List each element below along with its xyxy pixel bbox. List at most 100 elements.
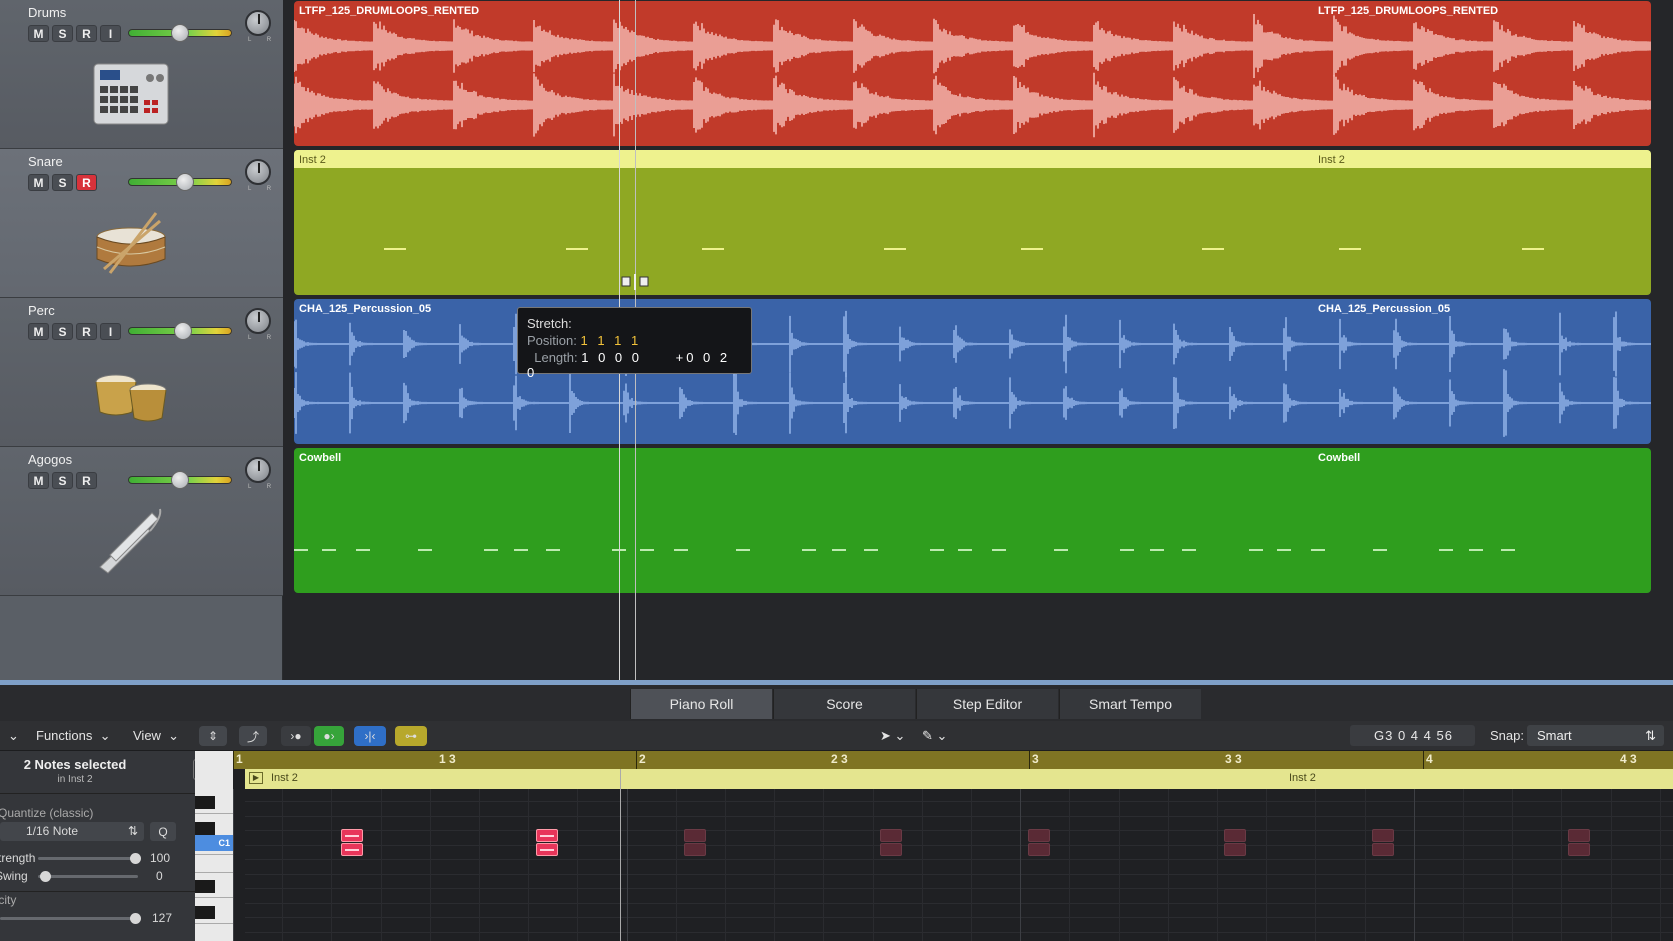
- solo-button[interactable]: S: [52, 25, 73, 42]
- midi-note-selected[interactable]: [536, 843, 558, 856]
- quantize-button[interactable]: Q: [150, 822, 176, 841]
- quantize-value-select[interactable]: 1/16 Note ⇅: [0, 822, 144, 841]
- input-monitor-button[interactable]: I: [100, 323, 121, 340]
- midi-note[interactable]: [1028, 829, 1050, 842]
- tab-score[interactable]: Score: [773, 689, 915, 719]
- tab-step-editor[interactable]: Step Editor: [916, 689, 1058, 719]
- collapse-icon[interactable]: ⇕: [199, 726, 227, 746]
- volume-fader[interactable]: [128, 322, 232, 340]
- midi-note-selected[interactable]: [536, 829, 558, 842]
- pan-knob[interactable]: [245, 308, 271, 334]
- track-header-snare[interactable]: Snare M S R L R: [0, 149, 283, 298]
- midi-out-icon[interactable]: ●›: [314, 726, 344, 746]
- agogo-bell-icon: [99, 508, 162, 574]
- volume-fader[interactable]: [128, 173, 232, 191]
- audio-region-percussion[interactable]: CHA_125_Percussion_05 CHA_125_Percussion…: [294, 299, 1651, 444]
- midi-note[interactable]: [880, 843, 902, 856]
- link-icon[interactable]: ⊶: [395, 726, 427, 746]
- midi-note[interactable]: [684, 829, 706, 842]
- piano-roll-grid[interactable]: 1 1 3 2 2 3 3 3 3 4 4 3 ▶ Inst 2 Inst 2: [233, 751, 1673, 941]
- midi-note[interactable]: [1372, 829, 1394, 842]
- volume-fader[interactable]: [128, 24, 232, 42]
- grid-column-line: [823, 789, 825, 941]
- midi-in-icon[interactable]: ›●: [281, 726, 311, 746]
- volume-fader[interactable]: [128, 471, 232, 489]
- waveform: [294, 14, 1651, 138]
- midi-note-dashes: [294, 549, 1515, 551]
- tab-smart-tempo[interactable]: Smart Tempo: [1059, 689, 1201, 719]
- midi-note[interactable]: [684, 843, 706, 856]
- track-header-agogos[interactable]: Agogos M S R L R: [0, 447, 283, 596]
- track-header-perc[interactable]: Perc M S R I L R: [0, 298, 283, 447]
- view-menu[interactable]: View ⌄: [133, 725, 179, 746]
- functions-menu[interactable]: Functions ⌄: [36, 725, 111, 746]
- midi-note[interactable]: [1568, 843, 1590, 856]
- midi-note[interactable]: [880, 829, 902, 842]
- bar-label: 4 3: [1620, 752, 1637, 766]
- midi-note-selected[interactable]: [341, 829, 363, 842]
- region-label: Inst 2: [271, 772, 298, 784]
- record-enable-button[interactable]: R: [76, 472, 97, 489]
- grid-column-line: [1167, 789, 1169, 941]
- bar-label: 1: [236, 752, 243, 766]
- velocity-value: 127: [152, 911, 173, 925]
- bar-label: 2: [639, 752, 646, 766]
- midi-note[interactable]: [1224, 843, 1246, 856]
- audio-region-drumloops[interactable]: LTFP_125_DRUMLOOPS_RENTED LTFP_125_DRUML…: [294, 1, 1651, 146]
- region-label: CHA_125_Percussion_05: [299, 303, 432, 315]
- bar-label: 3 3: [1225, 752, 1242, 766]
- track-header-drums[interactable]: Drums M S R I L R: [0, 0, 283, 149]
- midi-note[interactable]: [1028, 843, 1050, 856]
- record-enable-button[interactable]: R: [76, 323, 97, 340]
- piano-roll-toolbar: ⌄ Functions ⌄ View ⌄ ⇕ ⤴ ›● ●› ›|‹ ⊶ ➤ ⌄…: [0, 721, 1673, 751]
- automation-curve-icon[interactable]: ⤴: [239, 726, 267, 746]
- pointer-tool-icon[interactable]: ➤ ⌄: [880, 725, 905, 746]
- solo-button[interactable]: S: [52, 472, 73, 489]
- grid-column-line: [1610, 789, 1612, 941]
- piano-keyboard[interactable]: C1: [195, 751, 233, 941]
- snap-value: Smart: [1537, 728, 1572, 743]
- grid-column-line: [971, 789, 972, 941]
- strength-slider[interactable]: [38, 853, 141, 864]
- key-c1[interactable]: C1: [195, 835, 233, 851]
- solo-button[interactable]: S: [52, 323, 73, 340]
- tooltip-title: Stretch:: [527, 316, 572, 331]
- bar-ruler[interactable]: 1 1 3 2 2 3 3 3 3 4 4 3: [233, 751, 1673, 769]
- grid-column-line: [577, 789, 579, 941]
- stretch-cursor-icon: [621, 274, 649, 290]
- mute-button[interactable]: M: [28, 174, 49, 191]
- midi-note-selected[interactable]: [341, 843, 363, 856]
- swing-slider[interactable]: [38, 871, 138, 882]
- snap-label: Snap:: [1490, 728, 1524, 743]
- record-enable-button[interactable]: R: [76, 174, 97, 191]
- velocity-slider[interactable]: [0, 913, 141, 924]
- pan-knob[interactable]: [245, 10, 271, 36]
- record-enable-button[interactable]: R: [76, 25, 97, 42]
- chevron-down-icon[interactable]: ⌄: [8, 725, 19, 746]
- mute-button[interactable]: M: [28, 323, 49, 340]
- pan-knob[interactable]: [245, 457, 271, 483]
- midi-region-cowbell[interactable]: Cowbell Cowbell: [294, 448, 1651, 593]
- midi-note[interactable]: [1224, 829, 1246, 842]
- midi-note[interactable]: [1568, 829, 1590, 842]
- grid-column-line: [1069, 789, 1071, 941]
- logic-pro-window: Drums M S R I L R Snare M S R L R Perc M…: [0, 0, 1673, 941]
- pencil-tool-icon[interactable]: ✎ ⌄: [922, 725, 947, 746]
- grid-column-line: [675, 789, 677, 941]
- tooltip-length-label: Length:: [534, 350, 578, 365]
- grid-column-line: [1020, 789, 1022, 941]
- editor-tab-bar: Piano Roll Score Step Editor Smart Tempo: [0, 685, 1673, 721]
- tab-piano-roll[interactable]: Piano Roll: [630, 689, 772, 719]
- mute-button[interactable]: M: [28, 25, 49, 42]
- tracks-area[interactable]: LTFP_125_DRUMLOOPS_RENTED LTFP_125_DRUML…: [283, 0, 1673, 680]
- pan-knob[interactable]: [245, 159, 271, 185]
- region-strip[interactable]: ▶ Inst 2 Inst 2: [245, 769, 1673, 789]
- midi-region-inst2[interactable]: Inst 2 Inst 2: [294, 150, 1651, 295]
- catch-playhead-icon[interactable]: ›|‹: [354, 726, 386, 746]
- playhead[interactable]: [620, 769, 621, 941]
- midi-note[interactable]: [1372, 843, 1394, 856]
- solo-button[interactable]: S: [52, 174, 73, 191]
- input-monitor-button[interactable]: I: [100, 25, 121, 42]
- snap-select[interactable]: Smart ⇅: [1527, 725, 1664, 746]
- mute-button[interactable]: M: [28, 472, 49, 489]
